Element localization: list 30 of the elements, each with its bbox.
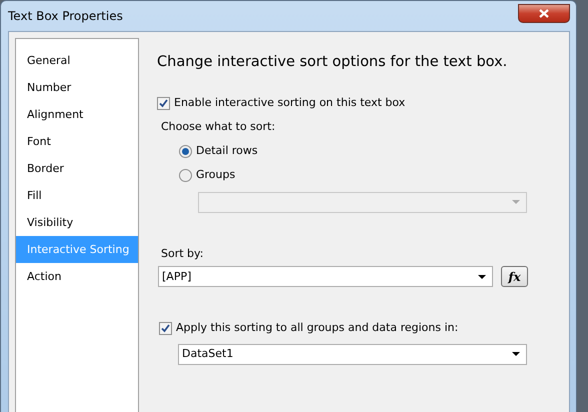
- caret-icon: [512, 200, 520, 204]
- dataset-dropdown[interactable]: DataSet1: [178, 344, 527, 365]
- checkbox[interactable]: [157, 96, 170, 110]
- close-button[interactable]: [518, 4, 570, 23]
- caret-icon: [512, 352, 520, 356]
- sidebar-item[interactable]: Alignment: [16, 101, 138, 128]
- sidebar-item[interactable]: Visibility: [16, 209, 138, 236]
- sort-by-dropdown[interactable]: [APP]: [158, 266, 493, 288]
- caret-icon: [478, 274, 486, 279]
- expression-button[interactable]: fx: [501, 266, 528, 288]
- radio-label: Detail rows: [196, 142, 258, 159]
- dropdown-value: [APP]: [162, 268, 192, 284]
- dropdown-value: DataSet1: [182, 346, 234, 362]
- sidebar-item[interactable]: General: [16, 47, 138, 74]
- sidebar-item[interactable]: Action: [16, 263, 138, 290]
- field-label: Sort by:: [161, 246, 204, 262]
- checkbox[interactable]: [159, 322, 172, 335]
- sidebar-item[interactable]: Font: [16, 128, 138, 155]
- radio-button[interactable]: [179, 169, 192, 182]
- close-icon: [539, 9, 549, 18]
- window-title: Text Box Properties: [8, 8, 123, 25]
- sidebar-item[interactable]: Border: [16, 155, 138, 182]
- radio-label: Groups: [196, 167, 236, 184]
- sidebar-item[interactable]: Number: [16, 74, 138, 101]
- sidebar-item[interactable]: Fill: [16, 182, 138, 209]
- checkbox-label: Enable interactive sorting on this text box: [174, 94, 406, 111]
- section-heading: Change interactive sort options for the text box.: [157, 53, 508, 72]
- checkbox-label: Apply this sorting to all groups and data regions in:: [176, 320, 458, 336]
- section-label: Choose what to sort:: [161, 119, 276, 136]
- radio-button[interactable]: [179, 144, 192, 158]
